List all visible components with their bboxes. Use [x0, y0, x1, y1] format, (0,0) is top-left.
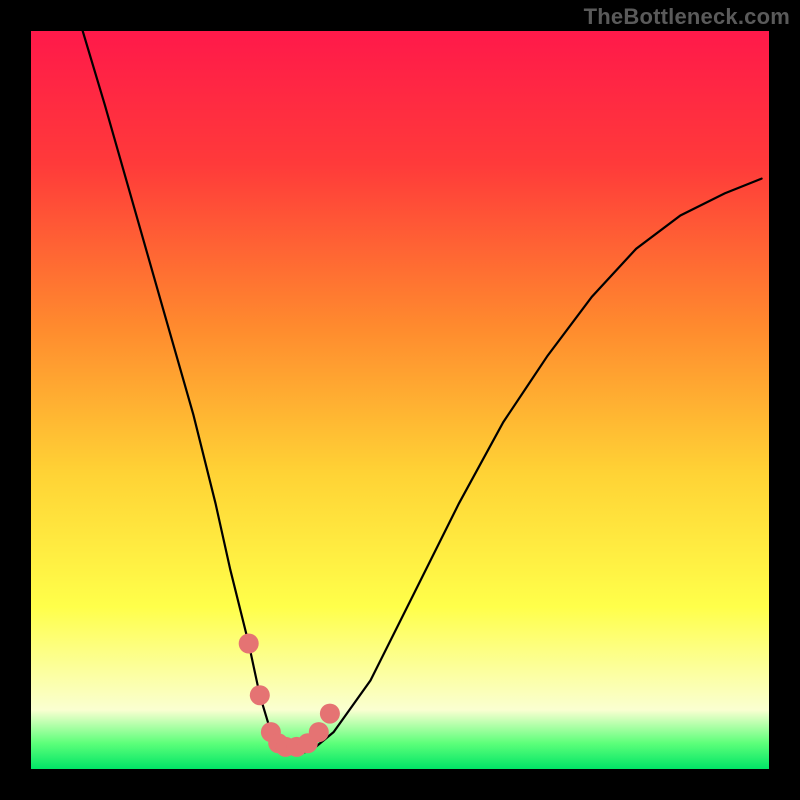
minimum-marker-dot	[239, 634, 259, 654]
watermark-text: TheBottleneck.com	[584, 4, 790, 30]
minimum-marker-dot	[309, 722, 329, 742]
minimum-marker-dot	[320, 704, 340, 724]
minimum-marker-dot	[250, 685, 270, 705]
plot-background	[31, 31, 769, 769]
bottleneck-plot	[0, 0, 800, 800]
chart-frame: TheBottleneck.com	[0, 0, 800, 800]
